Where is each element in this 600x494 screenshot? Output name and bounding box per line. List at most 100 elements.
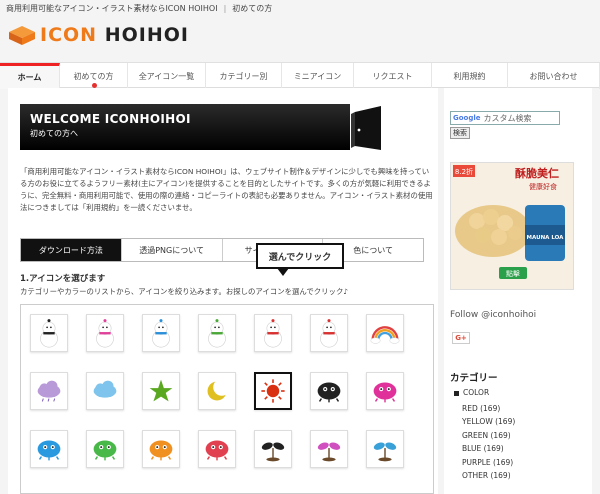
ad-headline: 酥脆美仁	[515, 166, 559, 180]
color-item-red[interactable]: RED (169)	[462, 402, 515, 415]
callout-bubble: 選んでクリック	[256, 243, 344, 269]
callout-tail	[277, 268, 289, 276]
welcome-banner[interactable]: WELCOME ICONHOIHOI 初めての方へ	[20, 104, 350, 150]
snowman-red-icon	[320, 319, 338, 348]
ad-banner[interactable]: 8.2折 酥脆美仁 健康好食 MAUNA LOA 點擊	[450, 162, 574, 290]
nav-label: リクエスト	[372, 71, 413, 81]
howto-tabs: ダウンロード方法 透過PNGについて サイズについて 色について	[20, 238, 424, 262]
snowman-green-icon	[208, 319, 226, 348]
logo-text-main: HOIHOI	[104, 24, 189, 46]
color-item-yellow[interactable]: YELLOW (169)	[462, 415, 515, 428]
rainbow-icon	[370, 326, 400, 344]
nav-mini-icons[interactable]: ミニアイコン	[282, 63, 354, 89]
search-button[interactable]: 検索	[450, 127, 470, 139]
nav-category[interactable]: カテゴリー別	[206, 63, 282, 89]
icon-cell[interactable]	[366, 372, 404, 410]
sun-icon	[261, 379, 285, 403]
ad-brand: MAUNA LOA	[527, 235, 565, 241]
site-tagline: 商用利用可能なアイコン・イラスト素材ならICON HOIHOI	[6, 4, 218, 13]
icon-cell[interactable]	[310, 372, 348, 410]
pink-creature-icon	[373, 382, 397, 403]
top-bar: 商用利用可能なアイコン・イラスト素材ならICON HOIHOI | 初めての方	[0, 0, 600, 16]
snowman-blue-icon	[152, 319, 170, 348]
icon-cell[interactable]	[30, 430, 68, 468]
color-item-purple[interactable]: PURPLE (169)	[462, 456, 515, 469]
search-placeholder: カスタム検索	[483, 113, 532, 123]
step-title: 1.アイコンを選びます	[20, 274, 106, 284]
color-label: COLOR	[463, 388, 490, 397]
step-description: カテゴリーやカラーのリストから、アイコンを絞り込みます。お探しのアイコンを選んで…	[20, 287, 349, 296]
icon-cell[interactable]	[30, 372, 68, 410]
welcome-title: WELCOME ICONHOIHOI	[30, 112, 191, 126]
nav-contact[interactable]: お問い合わせ	[508, 63, 600, 89]
tab-transparent-png[interactable]: 透過PNGについて	[121, 239, 223, 261]
sidebar: Google カスタム検索 検索 8.2折 酥脆美仁 健康好食 MAUNA LO…	[444, 88, 592, 494]
blue-creature-icon	[37, 440, 61, 461]
separator: |	[223, 4, 227, 13]
snowman-pink-icon	[96, 319, 114, 348]
welcome-subtitle: 初めての方へ	[30, 129, 78, 138]
door-icon	[351, 106, 383, 150]
nav-label: カテゴリー別	[219, 71, 268, 81]
site-header: ICON HOIHOI	[0, 16, 600, 62]
site-logo[interactable]: ICON HOIHOI	[8, 24, 189, 46]
red-creature-icon	[205, 440, 229, 461]
black-creature-icon	[317, 382, 341, 403]
ad-sub: 健康好食	[529, 182, 557, 191]
blue-sprout-icon	[373, 442, 397, 462]
color-list: RED (169) YELLOW (169) GREEN (169) BLUE …	[462, 402, 515, 482]
intro-text: 「商用利用可能なアイコン・イラスト素材ならICON HOIHOI」は、ウェブサイ…	[20, 167, 433, 212]
follow-label[interactable]: Follow @iconhoihoi	[450, 310, 536, 320]
ad-discount: 8.2折	[455, 167, 473, 176]
icon-cell[interactable]	[198, 314, 236, 352]
icon-cell[interactable]	[30, 314, 68, 352]
color-category[interactable]: COLOR	[454, 388, 489, 397]
tab-download[interactable]: ダウンロード方法	[21, 239, 122, 261]
nav-label: 利用規約	[453, 71, 486, 81]
icon-cell[interactable]	[142, 372, 180, 410]
nav-request[interactable]: リクエスト	[354, 63, 432, 89]
gplus-button[interactable]: G+	[452, 332, 470, 344]
icon-cell[interactable]	[366, 314, 404, 352]
nav-terms[interactable]: 利用規約	[432, 63, 508, 89]
star-icon	[149, 379, 173, 402]
icon-cell[interactable]	[254, 430, 292, 468]
nav-all-icons[interactable]: 全アイコン一覧	[128, 63, 206, 89]
ad-cta: 點擊	[506, 269, 520, 278]
search-input[interactable]: Google カスタム検索	[450, 111, 560, 125]
black-sprout-icon	[261, 442, 285, 462]
snowman-red-icon	[264, 319, 282, 348]
nav-home[interactable]: ホーム	[0, 63, 60, 89]
icon-cell[interactable]	[310, 314, 348, 352]
nav-label: 初めての方	[73, 71, 114, 81]
pink-sprout-icon	[317, 442, 341, 462]
icon-cell[interactable]	[254, 314, 292, 352]
color-item-other[interactable]: OTHER (169)	[462, 469, 515, 482]
nav-label: 全アイコン一覧	[138, 71, 195, 81]
icon-cell[interactable]	[86, 314, 124, 352]
category-heading: カテゴリー	[450, 373, 498, 384]
logo-text: ICON HOIHOI	[40, 24, 189, 46]
nav-label: お問い合わせ	[529, 71, 578, 81]
color-item-green[interactable]: GREEN (169)	[462, 429, 515, 442]
logo-icon	[8, 24, 36, 46]
color-item-blue[interactable]: BLUE (169)	[462, 442, 515, 455]
orange-creature-icon	[149, 440, 173, 461]
bullet-square-icon	[454, 390, 459, 396]
logo-text-accent: ICON	[40, 24, 98, 46]
icon-cell[interactable]	[254, 372, 292, 410]
icon-cell[interactable]	[86, 372, 124, 410]
nav-first-time[interactable]: 初めての方	[60, 63, 128, 89]
snowman-black-icon	[40, 319, 58, 348]
first-time-link[interactable]: 初めての方	[232, 4, 272, 13]
icon-cell[interactable]	[310, 430, 348, 468]
purple-cloud-icon	[37, 380, 61, 402]
icon-cell[interactable]	[142, 314, 180, 352]
icon-cell[interactable]	[86, 430, 124, 468]
icon-cell[interactable]	[198, 372, 236, 410]
icon-cell[interactable]	[198, 430, 236, 468]
icon-cell[interactable]	[366, 430, 404, 468]
nav-label: ミニアイコン	[293, 71, 342, 81]
google-label: Google	[453, 114, 481, 122]
icon-cell[interactable]	[142, 430, 180, 468]
